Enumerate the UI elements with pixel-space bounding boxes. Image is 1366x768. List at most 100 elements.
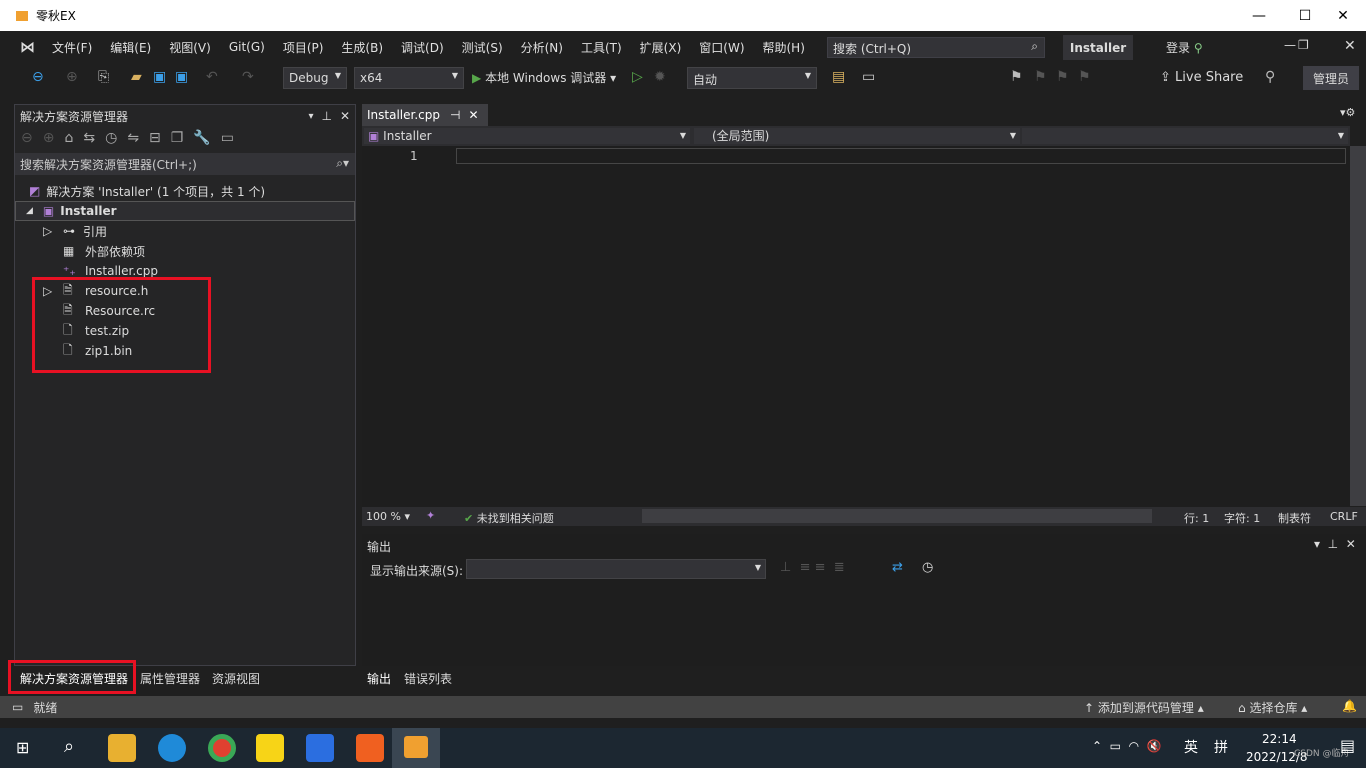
vertical-scrollbar[interactable] xyxy=(1350,146,1366,506)
menu-tools[interactable]: 工具(T) xyxy=(572,39,631,56)
word-wrap-icon[interactable]: ⇄ xyxy=(892,560,903,575)
feedback-icon[interactable]: ⚲ xyxy=(1265,69,1275,85)
save-all-icon[interactable]: ▣ xyxy=(175,69,188,85)
start-without-debug-icon[interactable]: ▷ xyxy=(632,69,643,85)
undo-icon[interactable]: ↶ xyxy=(206,69,218,85)
menu-file[interactable]: 文件(F) xyxy=(43,39,101,56)
action-center-icon[interactable]: ▤ xyxy=(1340,736,1355,755)
tree-item[interactable]: ▷ ⊶ 引用 xyxy=(15,221,355,241)
back-icon[interactable]: ⊖ xyxy=(21,130,33,150)
chrome-icon[interactable] xyxy=(208,734,236,762)
menu-analyze[interactable]: 分析(N) xyxy=(512,39,572,56)
output-toolbar-icons[interactable]: ⊥ ≡ ≡ ≣ xyxy=(780,560,845,575)
auto-dropdown[interactable]: 自动 ▼ xyxy=(687,67,817,89)
pin-icon[interactable]: ⊥ xyxy=(321,109,331,123)
switch-views-icon[interactable]: ⇆ xyxy=(83,130,95,150)
panel-controls[interactable]: ▾ ⊥ ✕ xyxy=(1314,537,1356,551)
solution-search-input[interactable]: 搜索解决方案资源管理器(Ctrl+;) ⌕▾ xyxy=(15,153,355,175)
tab-installer-cpp[interactable]: Installer.cpp ⊣ ✕ xyxy=(362,104,488,126)
redo-icon[interactable]: ↷ xyxy=(242,69,254,85)
clock-icon[interactable]: ◷ xyxy=(922,560,933,575)
open-folder-icon[interactable]: ▰ xyxy=(131,69,142,85)
app-icon[interactable] xyxy=(356,734,384,762)
tree-item[interactable]: ▦ 外部依赖项 xyxy=(15,241,355,261)
sync-icon[interactable]: ⇋ xyxy=(127,130,139,150)
scope-dropdown[interactable]: (全局范围) ▼ xyxy=(694,128,1020,144)
expand-icon[interactable]: ◢ xyxy=(26,206,33,216)
ime-mode[interactable]: 拼 xyxy=(1214,737,1228,757)
live-share-button[interactable]: ⇪ Live Share xyxy=(1160,70,1243,85)
close-tab-icon[interactable]: ✕ xyxy=(468,108,478,122)
tab-error-list[interactable]: 错误列表 xyxy=(404,670,452,687)
file-explorer-icon[interactable] xyxy=(108,734,136,762)
home-icon[interactable]: ⌂ xyxy=(64,130,73,150)
preview-icon[interactable]: ▭ xyxy=(221,130,234,150)
new-project-icon[interactable]: ⎘ xyxy=(98,69,109,85)
code-editor[interactable] xyxy=(362,146,1350,507)
settings-icon[interactable]: ▾⚙ xyxy=(1340,106,1355,119)
clear-bookmark-icon[interactable]: ⚑ xyxy=(1078,69,1091,85)
menu-debug[interactable]: 调试(D) xyxy=(392,39,453,56)
menu-window[interactable]: 窗口(W) xyxy=(690,39,753,56)
window-layout-icon[interactable]: ▭ xyxy=(862,69,875,85)
menu-view[interactable]: 视图(V) xyxy=(160,39,220,56)
start-debug-button[interactable]: ▶ 本地 Windows 调试器 ▾ xyxy=(472,69,616,86)
windows-start-icon[interactable]: ⊞ xyxy=(16,738,29,757)
edge-icon[interactable] xyxy=(158,734,186,762)
ime-language[interactable]: 英 xyxy=(1184,737,1198,757)
search-icon[interactable]: ⌕ xyxy=(64,736,74,757)
minimize-ide-button[interactable]: — xyxy=(1284,38,1296,52)
tab-output[interactable]: 输出 xyxy=(367,670,391,687)
search-input[interactable]: 搜索 (Ctrl+Q) ⌕ xyxy=(827,37,1045,58)
show-all-files-icon[interactable]: ❐ xyxy=(171,130,184,150)
zoom-dropdown[interactable]: 100 % ▾ xyxy=(366,510,410,523)
eol-mode[interactable]: CRLF xyxy=(1330,510,1358,523)
bell-icon[interactable]: 🔔 xyxy=(1342,699,1357,713)
pin-icon[interactable]: ⊣ xyxy=(450,108,460,122)
minimize-button[interactable]: — xyxy=(1236,0,1282,31)
active-app-slot[interactable] xyxy=(392,728,440,768)
solution-node[interactable]: ◩ 解决方案 'Installer' (1 个项目，共 1 个) xyxy=(15,181,355,201)
platform-dropdown[interactable]: x64 ▼ xyxy=(354,67,464,89)
bookmark-icon[interactable]: ⚑ xyxy=(1010,69,1023,85)
tab-property-manager[interactable]: 属性管理器 xyxy=(140,670,200,687)
menu-build[interactable]: 生成(B) xyxy=(332,39,392,56)
menu-help[interactable]: 帮助(H) xyxy=(754,39,814,56)
menu-test[interactable]: 测试(S) xyxy=(453,39,512,56)
pending-changes-icon[interactable]: ◷ xyxy=(105,130,117,150)
security-icon[interactable] xyxy=(306,734,334,762)
hot-reload-icon[interactable]: ✹ xyxy=(654,69,666,85)
output-source-dropdown[interactable]: ▼ xyxy=(466,559,766,579)
select-repo-button[interactable]: ⌂ 选择仓库 ▴ xyxy=(1238,699,1307,716)
issues-indicator[interactable]: ✔ 未找到相关问题 xyxy=(464,510,554,526)
config-dropdown[interactable]: Debug ▼ xyxy=(283,67,347,89)
forward-icon[interactable]: ⊕ xyxy=(43,130,55,150)
find-in-files-icon[interactable]: ▤ xyxy=(832,69,845,85)
close-panel-icon[interactable]: ✕ xyxy=(340,109,350,123)
back-icon[interactable]: ⊖ xyxy=(32,69,44,85)
properties-icon[interactable]: 🔧 xyxy=(193,130,210,150)
clock-time[interactable]: 22:14 xyxy=(1262,732,1297,746)
save-icon[interactable]: ▣ xyxy=(153,69,166,85)
member-dropdown[interactable]: ▼ xyxy=(1022,128,1348,144)
next-bookmark-icon[interactable]: ⚑ xyxy=(1056,69,1069,85)
tabs-mode[interactable]: 制表符 xyxy=(1278,510,1311,526)
close-button[interactable]: ✕ xyxy=(1320,0,1366,31)
add-source-control-button[interactable]: ↑ 添加到源代码管理 ▴ xyxy=(1084,699,1204,716)
sticky-notes-icon[interactable] xyxy=(256,734,284,762)
expand-icon[interactable]: ▷ xyxy=(43,224,63,238)
dropdown-icon[interactable]: ▾ xyxy=(308,111,313,122)
tray-icons[interactable]: ⌃ ▭ ◠ 🔇 xyxy=(1092,739,1162,753)
close-ide-button[interactable]: ✕ xyxy=(1344,38,1356,54)
menu-git[interactable]: Git(G) xyxy=(220,40,274,54)
prev-bookmark-icon[interactable]: ⚑ xyxy=(1034,69,1047,85)
restore-button[interactable]: ❐ xyxy=(1298,38,1309,52)
menu-extensions[interactable]: 扩展(X) xyxy=(631,39,691,56)
project-node[interactable]: ◢ ▣ Installer xyxy=(15,201,355,221)
forward-icon[interactable]: ⊕ xyxy=(66,69,78,85)
horizontal-scrollbar[interactable] xyxy=(642,509,1152,523)
collapse-all-icon[interactable]: ⊟ xyxy=(149,130,161,150)
tab-resource-view[interactable]: 资源视图 xyxy=(212,670,260,687)
menu-project[interactable]: 项目(P) xyxy=(274,39,333,56)
login-link[interactable]: 登录 ⚲ xyxy=(1166,39,1203,56)
